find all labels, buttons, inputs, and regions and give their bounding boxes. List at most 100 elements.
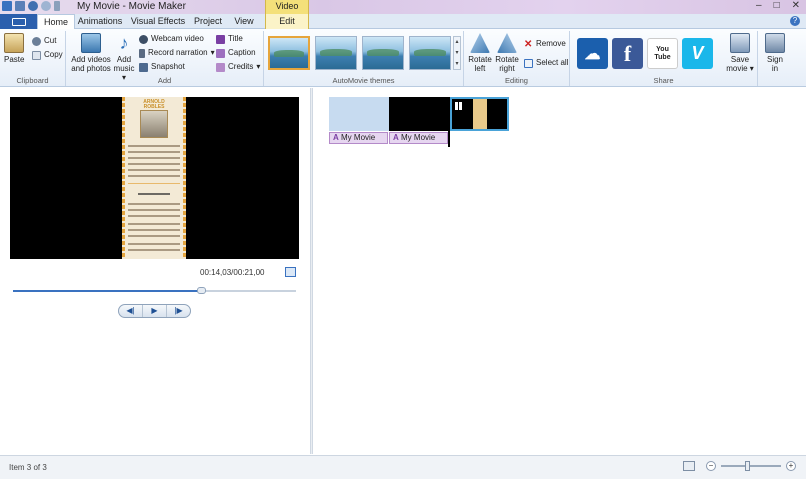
add-music-button[interactable]: ♪ Add music ▾ — [112, 33, 136, 82]
save-icon[interactable] — [15, 1, 25, 11]
help-icon[interactable]: ? — [790, 16, 800, 26]
tab-project[interactable]: Project — [190, 14, 226, 29]
snapshot-label: Snapshot — [151, 62, 185, 71]
video-preview[interactable]: ARNOLD ROBLES — [10, 97, 299, 259]
webcam-video-button[interactable]: Webcam video — [139, 34, 204, 44]
redo-icon[interactable] — [41, 1, 51, 11]
rotate-right-label-1: Rotate — [495, 55, 519, 64]
copy-button[interactable]: Copy — [32, 50, 63, 60]
poster-border-right — [183, 97, 186, 259]
poster-text-line — [128, 203, 180, 205]
caption-button[interactable]: Caption — [216, 48, 256, 58]
save-movie-icon — [730, 33, 750, 53]
poster-text-line — [128, 235, 180, 237]
storyboard-clip-selected[interactable] — [450, 97, 509, 131]
poster-text-line — [128, 215, 180, 217]
caption-label: Caption — [228, 48, 256, 57]
tab-animations[interactable]: Animations — [76, 14, 124, 29]
remove-x-icon: ✕ — [524, 38, 533, 50]
preview-pane: ARNOLD ROBLES 00:14,03/00:21,00 ◀| ▶ |▶ — [0, 88, 310, 454]
rotate-left-button[interactable]: Rotate left — [468, 33, 492, 73]
webcam-icon — [139, 34, 148, 44]
vimeo-icon[interactable]: V — [682, 38, 713, 69]
rotate-left-label-2: left — [474, 64, 486, 73]
save-movie-dropdown: movie ▾ — [726, 64, 754, 73]
zoom-in-button[interactable]: + — [786, 461, 796, 471]
zoom-slider[interactable] — [721, 461, 781, 471]
add-videos-photos-button[interactable]: Add videos and photos — [70, 33, 112, 73]
save-movie-button[interactable]: Save movie ▾ — [726, 33, 754, 73]
fullscreen-preview-icon[interactable] — [285, 267, 296, 277]
minimize-button[interactable]: – — [756, 0, 762, 12]
cut-button[interactable]: Cut — [32, 36, 56, 46]
storyboard-caption[interactable]: A My Movie — [329, 132, 388, 144]
facebook-icon[interactable]: f — [612, 38, 643, 69]
cut-label: Cut — [44, 36, 57, 45]
previous-frame-button[interactable]: ◀| — [119, 305, 143, 317]
poster-frame: ARNOLD ROBLES — [122, 97, 186, 259]
tab-edit[interactable]: Edit — [265, 14, 309, 29]
maximize-button[interactable]: □ — [774, 0, 780, 12]
remove-button[interactable]: ✕ Remove — [524, 39, 566, 49]
seek-bar[interactable] — [13, 287, 296, 294]
credits-label: Credits — [228, 62, 254, 71]
poster-text-line — [128, 223, 180, 225]
quick-access-toolbar — [2, 1, 60, 11]
select-all-button[interactable]: Select all — [524, 58, 568, 68]
add-music-label-1: Add — [116, 55, 132, 64]
tab-view[interactable]: View — [229, 14, 259, 29]
theme-thumbnail[interactable] — [409, 36, 451, 70]
clipboard-group-label: Clipboard — [16, 76, 49, 85]
webcam-label: Webcam video — [151, 34, 204, 43]
record-narration-button[interactable]: Record narration ▾ — [139, 48, 215, 58]
select-all-icon — [524, 58, 533, 68]
onedrive-icon[interactable]: ☁ — [577, 38, 608, 69]
ribbon-tab-row: Home Animations Visual Effects Project V… — [0, 14, 806, 30]
credits-icon — [216, 62, 225, 72]
storyboard-clip-black[interactable] — [389, 97, 449, 131]
next-frame-button[interactable]: |▶ — [167, 305, 190, 317]
caption-text-icon: A — [393, 133, 399, 142]
caption-text: My Movie — [401, 133, 436, 142]
tab-home[interactable]: Home — [37, 14, 75, 30]
poster-text-line — [128, 243, 180, 245]
youtube-icon[interactable]: You Tube — [647, 38, 678, 69]
file-menu-button[interactable] — [0, 14, 37, 29]
clip-poster-thumbnail — [473, 99, 487, 129]
tab-visual-effects[interactable]: Visual Effects — [128, 14, 188, 29]
cut-icon — [32, 36, 41, 46]
add-group: Add videos and photos ♪ Add music ▾ Webc… — [66, 31, 264, 86]
close-button[interactable]: ✕ — [792, 0, 800, 12]
video-tools-context-label: Video Tools — [265, 0, 309, 24]
theme-thumbnail[interactable] — [268, 36, 310, 70]
app-icon — [2, 1, 12, 11]
sign-in-button[interactable]: Sign in — [763, 33, 787, 73]
storyboard-caption[interactable]: A My Movie — [389, 132, 448, 144]
narration-label: Record narration — [148, 48, 208, 57]
zoom-out-button[interactable]: − — [706, 461, 716, 471]
theme-thumbnail[interactable] — [362, 36, 404, 70]
theme-thumbnail[interactable] — [315, 36, 357, 70]
poster-text-line — [128, 229, 180, 231]
share-group-label: Share — [653, 76, 674, 85]
microphone-icon — [139, 48, 145, 58]
snapshot-button[interactable]: Snapshot — [139, 62, 185, 72]
customize-qat-icon[interactable] — [54, 1, 60, 11]
share-group: ☁ f You Tube V Save movie ▾ Share — [570, 31, 758, 86]
title-button[interactable]: Title — [216, 34, 243, 44]
rotate-right-button[interactable]: Rotate right — [495, 33, 519, 73]
paste-button[interactable]: Paste — [4, 33, 24, 64]
storyboard-pane[interactable]: A My Movie A My Movie — [313, 88, 806, 454]
seek-bar-thumb[interactable] — [197, 287, 207, 294]
storyboard-clip-title[interactable] — [329, 97, 389, 131]
rotate-left-icon — [470, 33, 490, 53]
credits-button[interactable]: Credits ▾ — [216, 62, 260, 72]
thumbnail-size-icon[interactable] — [683, 461, 695, 471]
themes-gallery-scroll[interactable]: ▴ ▾ ▾ — [453, 36, 461, 70]
play-button[interactable]: ▶ — [143, 305, 167, 317]
undo-icon[interactable] — [28, 1, 38, 11]
account-icon — [765, 33, 785, 53]
playback-controls: ◀| ▶ |▶ — [118, 304, 191, 318]
zoom-slider-thumb[interactable] — [745, 461, 750, 471]
poster-text-line — [128, 163, 180, 165]
